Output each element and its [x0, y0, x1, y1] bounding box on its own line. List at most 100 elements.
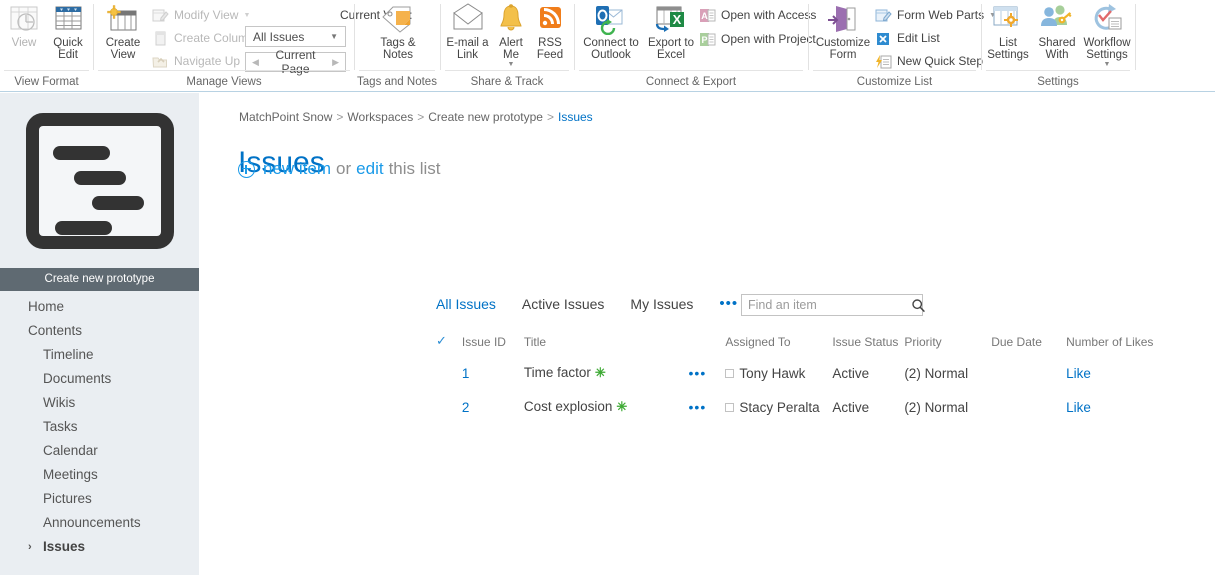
like-link[interactable]: Like [1066, 400, 1091, 415]
assignee-name[interactable]: Stacy Peralta [739, 400, 819, 415]
column-header-title[interactable]: Title [524, 329, 689, 356]
prev-page-arrow-icon[interactable]: ◀ [246, 57, 265, 68]
current-view-select[interactable]: All Issues ▼ [245, 26, 346, 47]
sidebar-item-announcements[interactable]: Announcements [0, 511, 199, 535]
tags-notes-button[interactable]: Tags & Notes [375, 3, 421, 61]
chevron-down-icon[interactable]: ▼ [243, 12, 250, 19]
new-item-link[interactable]: new item [263, 159, 331, 179]
table-row[interactable]: 1 Time factor ✳ ••• Tony Hawk Active (2) Norma… [436, 356, 1176, 390]
row-ellipsis-menu[interactable]: ••• [689, 399, 707, 415]
sidebar-item-calendar[interactable]: Calendar [0, 439, 199, 463]
quick-edit-button[interactable]: Quick Edit [48, 3, 88, 61]
open-with-access-button[interactable]: A Open with Access [699, 4, 820, 26]
sidebar-item-pictures[interactable]: Pictures [0, 487, 199, 511]
row-select-cell[interactable] [436, 390, 462, 424]
open-with-project-button[interactable]: P Open with Project [699, 28, 820, 50]
connect-to-outlook-button[interactable]: Connect to Outlook [580, 3, 642, 61]
chevron-down-icon[interactable]: ▼ [1104, 61, 1111, 68]
cell-row-menu: ••• [689, 356, 726, 390]
breadcrumb-item[interactable]: Issues [558, 110, 593, 124]
cell-assigned-to: Stacy Peralta [725, 390, 832, 424]
export-to-excel-label: Export to Excel [647, 37, 695, 61]
select-all-header[interactable]: ✓ [436, 329, 462, 356]
sidebar-item-label: Home [28, 299, 65, 314]
presence-indicator-icon[interactable] [725, 368, 735, 378]
issue-id-link[interactable]: 1 [462, 366, 470, 381]
edit-link[interactable]: edit [356, 159, 383, 179]
column-header-issue-status[interactable]: Issue Status [832, 329, 904, 356]
this-list-label: this list [388, 159, 441, 178]
site-logo[interactable] [0, 93, 199, 268]
sidebar-item-label: Calendar [43, 443, 98, 458]
sidebar-nav-list: Home Contents Timeline Documents Wikis Tasks C… [0, 295, 199, 559]
modify-view-label: Modify View [174, 8, 239, 22]
sidebar-item-tasks[interactable]: Tasks [0, 415, 199, 439]
chevron-down-icon[interactable]: ▼ [508, 61, 515, 68]
issue-id-link[interactable]: 2 [462, 400, 470, 415]
breadcrumb-item[interactable]: MatchPoint Snow [239, 110, 332, 124]
sidebar-item-issues[interactable]: › Issues [0, 535, 199, 559]
list-settings-button[interactable]: List Settings [984, 3, 1032, 61]
view-button[interactable]: View [4, 3, 44, 50]
search-box[interactable] [741, 294, 926, 316]
row-ellipsis-menu[interactable]: ••• [689, 365, 707, 381]
sidebar-item-label: Timeline [43, 347, 94, 362]
like-link[interactable]: Like [1066, 366, 1091, 381]
checkmark-icon[interactable]: ✓ [436, 333, 447, 348]
plus-circle-icon[interactable] [238, 160, 255, 178]
cell-due-date [991, 390, 1066, 424]
rss-feed-button[interactable]: RSS Feed [531, 3, 569, 61]
new-quick-step-button[interactable]: New Quick Step [875, 50, 987, 72]
breadcrumb-item[interactable]: Workspaces [347, 110, 413, 124]
view-tab-active-issues[interactable]: Active Issues [522, 296, 604, 312]
row-select-cell[interactable] [436, 356, 462, 390]
sidebar-item-timeline[interactable]: Timeline [0, 343, 199, 367]
chevron-down-icon: ▼ [330, 32, 338, 41]
view-tab-my-issues[interactable]: My Issues [630, 296, 693, 312]
outlook-icon [596, 6, 623, 35]
sidebar-item-contents[interactable]: Contents [0, 319, 199, 343]
sidebar-item-label: Pictures [43, 491, 92, 506]
create-column-icon [155, 31, 166, 45]
page-nav-control[interactable]: ◀ Current Page ▶ [245, 48, 346, 76]
search-icon[interactable] [911, 295, 926, 315]
assignee-name[interactable]: Tony Hawk [739, 366, 805, 381]
view-tab-all-issues[interactable]: All Issues [436, 296, 496, 312]
presence-indicator-icon[interactable] [725, 402, 735, 412]
customize-form-button[interactable]: Customize Form [812, 3, 874, 61]
column-header-number-of-likes[interactable]: Number of Likes [1066, 329, 1176, 356]
table-row[interactable]: 2 Cost explosion ✳ ••• Stacy Peralta Active (2… [436, 390, 1176, 424]
column-header-assigned-to[interactable]: Assigned To [725, 329, 832, 356]
rss-feed-label: RSS Feed [536, 37, 564, 61]
sidebar-item-documents[interactable]: Documents [0, 367, 199, 391]
navigate-up-button[interactable]: Navigate Up [152, 50, 244, 72]
workflow-settings-button[interactable]: Workflow Settings ▼ [1082, 3, 1132, 68]
edit-list-button[interactable]: Edit List [875, 27, 944, 49]
sidebar-item-wikis[interactable]: Wikis [0, 391, 199, 415]
column-header-priority[interactable]: Priority [904, 329, 991, 356]
next-page-arrow-icon[interactable]: ▶ [326, 57, 345, 68]
site-title[interactable]: Create new prototype [0, 268, 199, 291]
column-header-issue-id[interactable]: Issue ID [462, 329, 524, 356]
table-header: ✓ Issue ID Title Assigned To Issue Statu… [436, 329, 1176, 356]
title-link[interactable]: Cost explosion [524, 399, 613, 414]
shared-with-icon [1041, 5, 1072, 26]
workflow-settings-icon [1094, 4, 1122, 30]
breadcrumb-item[interactable]: Create new prototype [428, 110, 543, 124]
search-input[interactable] [742, 295, 911, 315]
sidebar-item-home[interactable]: Home [0, 295, 199, 319]
svg-text:A: A [701, 11, 708, 21]
sidebar-item-label: Issues [43, 539, 86, 554]
export-to-excel-button[interactable]: X Export to Excel [643, 3, 699, 61]
email-a-link-button[interactable]: E-mail a Link [444, 3, 491, 61]
view-tabs-more-ellipsis[interactable]: ••• [719, 295, 738, 312]
alert-me-button[interactable]: Alert Me ▼ [493, 3, 529, 68]
create-view-button[interactable]: Create View [100, 3, 146, 61]
column-header-due-date[interactable]: Due Date [991, 329, 1066, 356]
create-column-button[interactable]: Create Column [152, 27, 259, 49]
cell-issue-status: Active [832, 365, 870, 381]
shared-with-button[interactable]: Shared With [1033, 3, 1081, 61]
title-link[interactable]: Time factor [524, 365, 591, 380]
modify-view-button[interactable]: Modify View ▼ [152, 4, 254, 26]
sidebar-item-meetings[interactable]: Meetings [0, 463, 199, 487]
